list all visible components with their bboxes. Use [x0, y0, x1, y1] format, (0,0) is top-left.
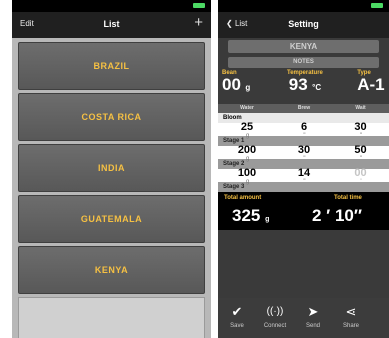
- temperature-value: 93: [288, 75, 308, 94]
- temperature-unit: °C: [312, 83, 322, 92]
- list-title: List: [103, 19, 120, 29]
- total-amount: 325 g: [232, 206, 269, 226]
- wait-unit: ": [359, 155, 363, 162]
- brew-value: 14: [297, 166, 311, 179]
- list-empty-row: [18, 297, 205, 338]
- brew-cell[interactable]: 30 ": [276, 144, 332, 162]
- column-header-wait: Wait: [355, 105, 366, 111]
- list-navbar: Edit List +: [12, 12, 211, 38]
- table-row[interactable]: 25 g 6 " 30 ": [218, 120, 389, 139]
- status-bar: [12, 0, 211, 12]
- total-amount-unit: g: [265, 216, 270, 223]
- check-icon: ✔: [231, 304, 243, 319]
- wait-cell[interactable]: 50 ": [332, 144, 389, 162]
- list-item-kenya[interactable]: KENYA: [18, 246, 205, 294]
- wait-cell[interactable]: 00 ": [332, 167, 389, 185]
- add-button[interactable]: +: [194, 15, 203, 30]
- setting-navbar: ❮ List Setting: [218, 12, 389, 38]
- connect-button[interactable]: ((·)) Connect: [256, 298, 294, 338]
- metrics-row: Bean 00 g Temperature 93 °C Type A-1: [218, 68, 389, 104]
- country-list: BRAZIL COSTA RICA INDIA GUATEMALA KENYA: [12, 38, 211, 338]
- brew-unit: ": [303, 132, 306, 139]
- type-value: A-1: [357, 75, 385, 94]
- list-item-brazil[interactable]: BRAZIL: [18, 42, 205, 90]
- total-time-label: Total time: [334, 195, 362, 201]
- temperature-metric[interactable]: Temperature 93 °C: [273, 70, 338, 104]
- totals-panel: Total amount 325 g Total time 2 ′ 10″: [218, 192, 389, 230]
- total-time-value: 2 ′ 10″: [312, 206, 363, 225]
- list-item-guatemala[interactable]: GUATEMALA: [18, 195, 205, 243]
- brew-unit: ": [303, 155, 306, 162]
- total-amount-value: 325: [232, 206, 261, 225]
- brew-value: 30: [297, 143, 311, 156]
- send-label: Send: [305, 323, 320, 329]
- wait-value: 30: [354, 120, 367, 133]
- broadcast-icon: ((·)): [266, 306, 284, 317]
- share-label: Share: [342, 323, 359, 329]
- send-icon: ➤: [307, 304, 319, 319]
- list-item-india[interactable]: INDIA: [18, 144, 205, 192]
- status-bar: [218, 0, 389, 12]
- brew-unit: ": [303, 178, 306, 185]
- list-item-costa-rica[interactable]: COSTA RICA: [18, 93, 205, 141]
- water-value: 25: [240, 120, 254, 133]
- wait-unit: ": [359, 178, 363, 185]
- total-amount-label: Total amount: [224, 195, 262, 201]
- notes-field[interactable]: NOTES: [228, 57, 379, 68]
- column-header-water: Water: [240, 105, 254, 111]
- battery-icon: [371, 3, 383, 8]
- wait-unit: ": [359, 132, 363, 139]
- brew-cell[interactable]: 6 ": [276, 121, 332, 139]
- send-button[interactable]: ➤ Send: [294, 298, 332, 338]
- type-metric[interactable]: Type A-1: [337, 70, 389, 104]
- bean-value: 00: [222, 75, 241, 94]
- table-row[interactable]: 100 g 14 " 00 ": [218, 166, 389, 185]
- setting-screen: ❮ List Setting KENYA NOTES Bean 00 g Tem…: [218, 0, 389, 338]
- column-header-brew: Brew: [297, 105, 311, 111]
- brew-value: 6: [300, 120, 308, 133]
- brew-cell[interactable]: 14 ": [276, 167, 332, 185]
- water-value: 100: [237, 166, 257, 179]
- bean-name-field[interactable]: KENYA: [228, 40, 379, 53]
- wait-cell[interactable]: 30 ": [332, 121, 389, 139]
- table-row[interactable]: 200 g 30 " 50 ": [218, 143, 389, 162]
- share-icon: ⋖: [345, 304, 357, 319]
- water-value: 200: [237, 143, 257, 156]
- bean-unit: g: [245, 83, 251, 92]
- table-header: Water Brew Wait: [218, 104, 389, 113]
- setting-title: Setting: [288, 19, 319, 29]
- save-button[interactable]: ✔ Save: [218, 298, 256, 338]
- wait-value: 50: [354, 143, 367, 156]
- share-button[interactable]: ⋖ Share: [332, 298, 370, 338]
- battery-icon: [193, 3, 205, 8]
- bottom-toolbar: ✔ Save ((·)) Connect ➤ Send ⋖ Share: [218, 298, 389, 338]
- connect-label: Connect: [263, 323, 287, 329]
- bean-metric[interactable]: Bean 00 g: [218, 70, 273, 104]
- stage-table: Water Brew Wait Bloom 25 g 6 " 30 " Stage 1…: [218, 104, 389, 192]
- wait-value: 00: [354, 166, 367, 179]
- list-screen: Edit List + BRAZIL COSTA RICA INDIA GUAT…: [12, 0, 211, 338]
- save-label: Save: [230, 323, 244, 329]
